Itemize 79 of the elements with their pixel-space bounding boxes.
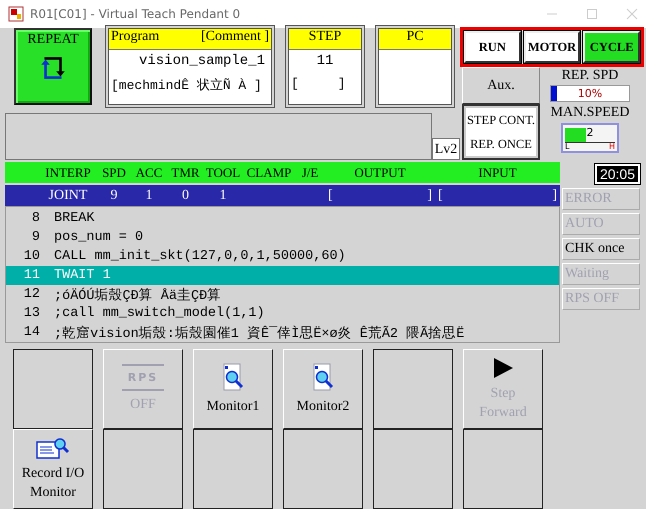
rep-speed-reading: 10% xyxy=(576,86,604,101)
empty-key[interactable] xyxy=(373,429,453,509)
function-key[interactable]: Monitor1 xyxy=(193,349,273,429)
interp-value: JOINT xyxy=(48,188,88,204)
rep-speed-label: REP. SPD xyxy=(562,68,618,84)
step-heading: STEP xyxy=(308,29,342,46)
column-header: ACC xyxy=(134,164,164,180)
empty-key[interactable] xyxy=(103,429,183,509)
level-badge: Lv2 xyxy=(432,138,460,160)
window-title: R01[C01] - Virtual Teach Pendant 0 xyxy=(30,7,240,21)
line-text: pos_num = 0 xyxy=(54,230,144,245)
column-header: J/E xyxy=(300,164,320,180)
line-text: ;call mm_switch_model(1,1) xyxy=(54,306,265,321)
column-header: INTERP xyxy=(44,164,92,180)
program-heading: Program xyxy=(111,29,160,46)
magnifier-device-icon xyxy=(221,362,245,392)
manual-speed-reading: 2 xyxy=(586,126,594,139)
program-line[interactable]: 10 CALL mm_init_skt(127,0,0,1,50000,60) xyxy=(6,247,559,266)
low-mark: L xyxy=(565,143,570,151)
line-number: 10 xyxy=(22,249,40,264)
line-number: 12 xyxy=(22,287,40,302)
line-number: 14 xyxy=(22,325,40,340)
status-button[interactable]: MOTOR xyxy=(524,31,580,63)
input-bracket: [ xyxy=(438,188,443,204)
output-bracket: [ xyxy=(328,188,333,204)
mode-label: REPEAT xyxy=(27,32,79,48)
line-number: 8 xyxy=(30,211,40,226)
indicator-button[interactable]: CHK once xyxy=(562,238,640,260)
manual-speed-meter[interactable]: 2 L H xyxy=(561,123,619,153)
step-mode-button[interactable]: STEP CONT. REP. ONCE xyxy=(462,104,540,160)
magnifier-device-icon xyxy=(311,362,335,392)
program-comment: [mechmindÊ 状立Ñ À ] xyxy=(110,77,263,94)
program-line[interactable]: 14 ;乾窟vision垢殼:垢殼園催1 資Ê¯倖Ì思Ë×ø炎 Ê荒Ã2 隈Ã捨思Ë xyxy=(6,323,559,342)
program-line[interactable]: 12 ;óÄÓÚ垢殼ÇÐ算 Åä圭ÇÐ算 xyxy=(6,285,559,304)
line-text: ;乾窟vision垢殼:垢殼園催1 資Ê¯倖Ì思Ë×ø炎 Ê荒Ã2 隈Ã捨思Ë xyxy=(54,324,464,342)
step-comment: [ ] xyxy=(290,75,347,91)
empty-key[interactable] xyxy=(373,349,453,429)
column-header: CLAMP xyxy=(246,164,292,180)
magnifier-document-icon xyxy=(36,436,70,460)
program-line[interactable]: 9 pos_num = 0 xyxy=(6,228,559,247)
timer-value: 0 xyxy=(181,188,190,204)
program-line[interactable]: 13 ;call mm_switch_model(1,1) xyxy=(6,304,559,323)
line-number: 13 xyxy=(22,306,40,321)
line-text: BREAK xyxy=(54,211,95,226)
column-header: OUTPUT xyxy=(353,164,407,180)
speed-value: 9 xyxy=(110,188,118,204)
mode-panel[interactable]: REPEAT xyxy=(14,28,92,105)
column-header: TMR xyxy=(170,164,201,180)
accel-value: 1 xyxy=(144,188,154,204)
empty-key[interactable] xyxy=(13,349,93,429)
empty-key[interactable] xyxy=(463,429,543,509)
status-button[interactable]: RUN xyxy=(464,31,521,63)
tool-value: 1 xyxy=(218,188,228,204)
play-icon xyxy=(491,356,515,380)
empty-key[interactable] xyxy=(193,429,273,509)
input-bracket: ] xyxy=(552,188,557,204)
pc-heading: PC xyxy=(406,29,424,46)
aux-button[interactable]: Aux. xyxy=(462,67,540,104)
clock: 20:05 xyxy=(594,164,640,184)
program-name: vision_sample_1 xyxy=(138,52,266,71)
column-header: INPUT xyxy=(477,164,518,180)
output-bracket: ] xyxy=(427,188,432,204)
line-number: 9 xyxy=(30,230,40,245)
column-header: SPD xyxy=(101,164,127,180)
empty-key[interactable] xyxy=(283,429,363,509)
manual-speed-label: MAN.SPEED xyxy=(550,105,630,121)
line-number: 11 xyxy=(22,268,40,283)
program-line[interactable]: 8 BREAK xyxy=(6,209,559,228)
high-mark: H xyxy=(608,143,615,151)
line-text: CALL mm_init_skt(127,0,0,1,50000,60) xyxy=(54,249,346,264)
status-button[interactable]: CYCLE xyxy=(583,31,640,63)
step-number: 11 xyxy=(316,52,334,71)
line-text: TWAIT 1 xyxy=(54,268,111,283)
function-key[interactable]: Monitor2 xyxy=(283,349,363,429)
column-header: TOOL xyxy=(204,164,242,180)
app-icon xyxy=(8,6,24,22)
comment-heading: [Comment ] xyxy=(200,29,269,46)
function-key[interactable]: Record I/O Monitor xyxy=(13,429,93,509)
line-text: ;óÄÓÚ垢殼ÇÐ算 Åä圭ÇÐ算 xyxy=(54,286,222,304)
